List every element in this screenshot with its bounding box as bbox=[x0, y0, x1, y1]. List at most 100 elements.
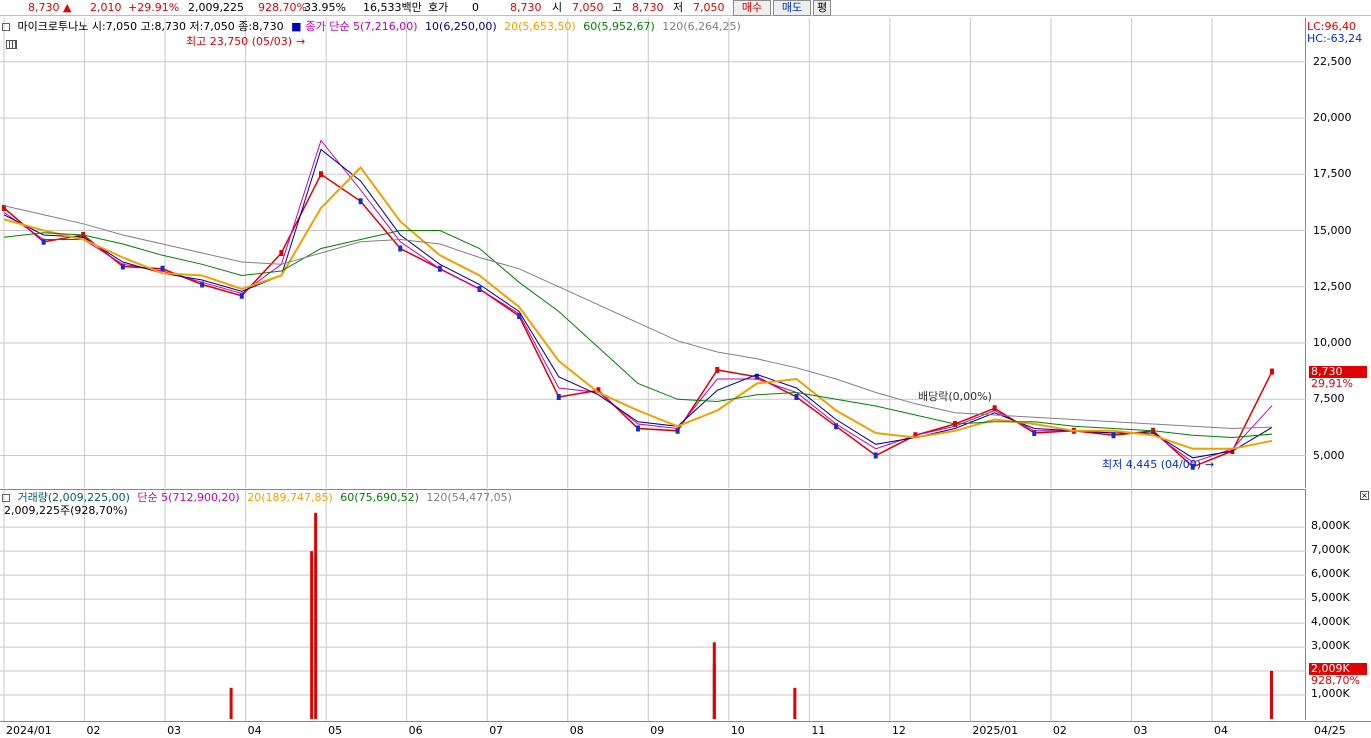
volume-legend-title: 거래량(2,009,225,00) bbox=[17, 491, 130, 504]
low-annotation: 최저 4,445 (04/09) bbox=[1102, 458, 1202, 471]
time-axis-label: 06 bbox=[408, 724, 423, 737]
time-axis-label: 2025/01 bbox=[972, 724, 1019, 737]
time-axis-label: 03 bbox=[167, 724, 182, 737]
volume-tick-label: 4,000K bbox=[1311, 615, 1350, 629]
volume-current: 2,009,225주(928,70%) bbox=[4, 504, 128, 517]
low-value: 7,050 bbox=[693, 1, 725, 14]
volume-tick-label: 8,000K bbox=[1311, 519, 1350, 533]
price-point bbox=[636, 425, 640, 432]
sell-button[interactable]: 매도 bbox=[773, 0, 811, 16]
volume-legend: 거래량(2,009,225,00) 단순 5(712,900,20) 20(18… bbox=[2, 491, 516, 505]
price-tick-label: 12,500 bbox=[1313, 279, 1352, 293]
price-legend-ma10: 10(6,250,00) bbox=[425, 20, 497, 33]
price-point bbox=[1270, 368, 1274, 375]
time-axis-label: 04 bbox=[1214, 724, 1228, 737]
current-volume-pct-tag: 928,70% bbox=[1311, 674, 1360, 687]
current-pct-tag: 29,91% bbox=[1311, 377, 1353, 390]
volume-bar bbox=[229, 687, 233, 719]
price-point bbox=[358, 198, 363, 205]
price-tick-label: 22,500 bbox=[1313, 54, 1352, 68]
price-point bbox=[319, 171, 323, 178]
volume-tick-label: 1,000K bbox=[1311, 687, 1350, 701]
high-value: 8,730 bbox=[632, 1, 664, 14]
volume-bar bbox=[1270, 670, 1273, 719]
price-legend-ma120: 120(6,264,25) bbox=[662, 20, 741, 33]
volume-legend-ma20: 20(189,747,85) bbox=[247, 491, 333, 504]
volume-legend-ma60: 60(75,690,52) bbox=[340, 491, 419, 504]
volume-legend-ma5: 단순 5(712,900,20) bbox=[137, 491, 240, 504]
time-axis-label: 11 bbox=[811, 724, 826, 737]
time-axis-label: 03 bbox=[1133, 724, 1148, 737]
time-axis-label: 12 bbox=[891, 724, 906, 737]
quote-label: 호가 bbox=[428, 1, 449, 14]
current-price: 8,730 bbox=[28, 1, 60, 14]
price-tick-label: 7,500 bbox=[1313, 392, 1345, 406]
time-axis-label: 04 bbox=[247, 724, 262, 737]
chart-settings-icon[interactable] bbox=[6, 40, 17, 49]
price-point bbox=[398, 245, 403, 252]
time-axis: 2024/01 02 03 04 05 06 07 08 09 10 11 12 2025/01 02 03… bbox=[0, 721, 1371, 738]
price-chart-panel[interactable]: 마이크로투나노 시:7,050 고:8,730 저:7,050 종:8,730 … bbox=[0, 18, 1306, 488]
volume-bar bbox=[310, 551, 314, 719]
time-axis-label: 08 bbox=[569, 724, 584, 737]
price-tick-label: 5,000 bbox=[1313, 448, 1345, 462]
price-tick-label: 17,500 bbox=[1313, 167, 1352, 181]
right-arrow-icon: → bbox=[296, 35, 306, 48]
legend-box-icon bbox=[2, 494, 10, 502]
price-point bbox=[794, 394, 799, 400]
volume-tick-label: 3,000K bbox=[1311, 639, 1350, 653]
price-chart-svg bbox=[0, 18, 1306, 488]
ma-line-5 bbox=[3, 139, 1273, 463]
volume-bar bbox=[793, 687, 797, 719]
time-axis-label: 02 bbox=[1052, 724, 1067, 737]
price-point bbox=[873, 452, 878, 459]
flat-button[interactable]: 평 bbox=[813, 0, 831, 16]
high-annotation: 최고 23,750 (05/03) bbox=[186, 35, 293, 48]
price-point bbox=[556, 394, 561, 400]
trade-amount: 16,533백만 bbox=[363, 1, 422, 14]
time-axis-label: 09 bbox=[650, 724, 665, 737]
legend-marker-icon: ■ bbox=[291, 20, 302, 33]
time-axis-label: 04/25 bbox=[1314, 724, 1346, 737]
price-tick-label: 15,000 bbox=[1313, 223, 1352, 237]
quote-price: 8,730 bbox=[510, 1, 542, 14]
time-axis-label: 02 bbox=[86, 724, 101, 737]
volume-bar bbox=[314, 512, 318, 719]
price-legend-ma20: 20(5,653,50) bbox=[504, 20, 576, 33]
volume-chart-svg bbox=[0, 490, 1306, 721]
volume-ratio: 928.70% bbox=[258, 1, 307, 14]
volume-tick-label: 6,000K bbox=[1311, 567, 1350, 581]
price-point bbox=[715, 367, 720, 373]
up-arrow-icon: ▲ bbox=[63, 1, 72, 14]
volume-bar bbox=[712, 663, 716, 719]
volume-chart-panel[interactable]: 거래량(2,009,225,00) 단순 5(712,900,20) 20(18… bbox=[0, 489, 1306, 721]
dividend-annotation: 배당락(0,00%) bbox=[918, 390, 992, 403]
ma-line-60 bbox=[3, 230, 1273, 439]
price-tick-label: 10,000 bbox=[1313, 336, 1352, 349]
change-percent: +29.91% bbox=[128, 1, 180, 14]
price-legend-ma60: 60(5,952,67) bbox=[583, 20, 655, 33]
price-legend: 마이크로투나노 시:7,050 고:8,730 저:7,050 종:8,730 … bbox=[2, 20, 745, 34]
price-legend-title: 마이크로투나노 시:7,050 고:8,730 저:7,050 종:8,730 bbox=[17, 20, 284, 33]
price-point bbox=[279, 250, 284, 256]
time-axis-label: 07 bbox=[489, 724, 504, 737]
buy-button[interactable]: 매수 bbox=[733, 0, 771, 16]
change-value: 2,010 bbox=[90, 1, 122, 14]
ma-line-20 bbox=[3, 165, 1273, 450]
time-axis-label: 10 bbox=[730, 724, 745, 737]
turnover-value: 33.95% bbox=[304, 1, 346, 14]
price-tick-label: 20,000 bbox=[1313, 111, 1352, 124]
ma-line-120 bbox=[3, 205, 1273, 430]
volume-value: 2,009,225 bbox=[188, 1, 244, 14]
volume-tick-label: 7,000K bbox=[1311, 543, 1350, 557]
low-label: 저 bbox=[673, 1, 684, 14]
volume-legend-ma120: 120(54,477,05) bbox=[426, 491, 512, 504]
price-line bbox=[3, 173, 1273, 468]
legend-box-icon bbox=[2, 23, 10, 31]
right-arrow-icon: → bbox=[1205, 458, 1215, 471]
price-legend-ma5: 종가 단순 5(7,216,00) bbox=[305, 20, 418, 33]
price-axis: LC:96,40 HC:-63,24 22,500 20,000 17,500 15,… bbox=[1307, 18, 1371, 488]
time-axis-label: 2024/01 bbox=[6, 724, 52, 737]
high-label: 고 bbox=[612, 1, 623, 14]
open-label: 시 bbox=[552, 1, 563, 14]
